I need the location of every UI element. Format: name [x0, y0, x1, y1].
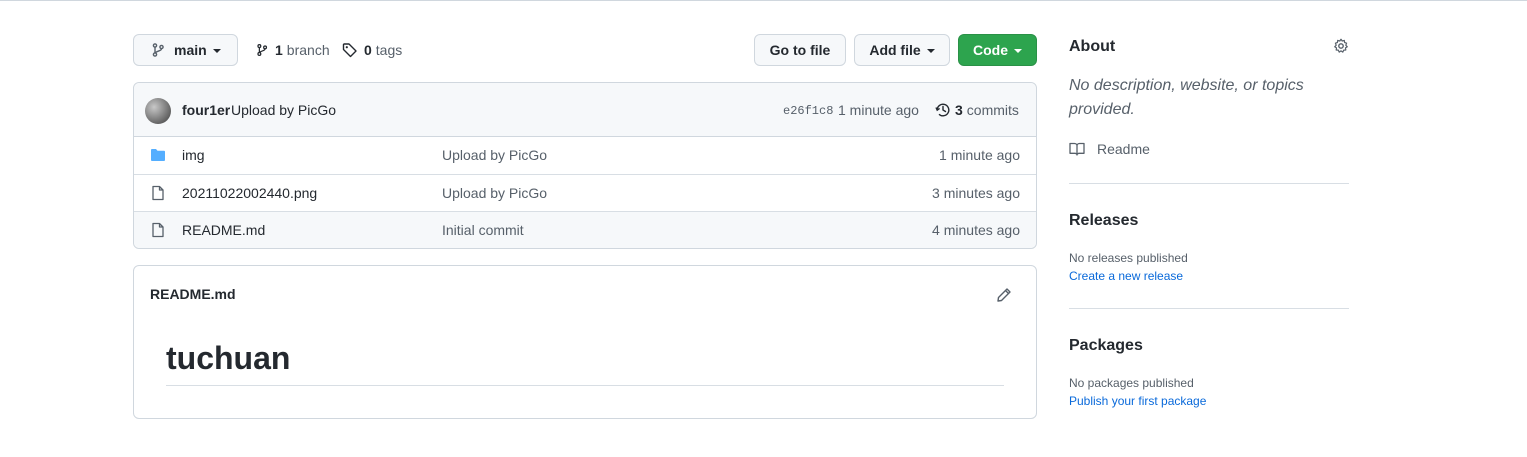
- packages-empty-text: No packages published: [1069, 376, 1194, 390]
- branches-link[interactable]: 1 branch: [255, 38, 330, 62]
- avatar[interactable]: [145, 98, 171, 124]
- branch-name: main: [174, 42, 207, 58]
- releases-title[interactable]: Releases: [1069, 212, 1138, 230]
- readme-link-label: Readme: [1097, 141, 1150, 157]
- releases-empty-text: No releases published: [1069, 251, 1188, 265]
- gear-icon[interactable]: [1333, 38, 1349, 54]
- branch-label: branch: [286, 42, 330, 58]
- readme-heading: tuchuan: [166, 340, 291, 376]
- branch-count: 1: [275, 42, 283, 58]
- packages-title[interactable]: Packages: [1069, 337, 1143, 355]
- chevron-down-icon: [1014, 49, 1022, 53]
- code-label: Code: [973, 42, 1008, 58]
- sidebar-divider: [1069, 308, 1349, 309]
- file-list: four1er Upload by PicGo e26f1c8 1 minute…: [133, 82, 1037, 249]
- file-row: img Upload by PicGo 1 minute ago: [134, 137, 1036, 174]
- history-icon: [935, 103, 950, 117]
- readme-filename: README.md: [150, 286, 236, 302]
- publish-package-link[interactable]: Publish your first package: [1069, 394, 1206, 408]
- git-branch-icon: [152, 43, 164, 57]
- create-release-link[interactable]: Create a new release: [1069, 269, 1183, 283]
- go-to-file-label: Go to file: [769, 42, 831, 58]
- sidebar-divider: [1069, 183, 1349, 184]
- tag-label: tags: [375, 42, 403, 58]
- book-icon: [1069, 142, 1085, 156]
- add-file-button[interactable]: Add file: [854, 34, 950, 66]
- file-age: 4 minutes ago: [932, 222, 1020, 238]
- tag-icon: [342, 43, 357, 58]
- latest-commit-bar: four1er Upload by PicGo e26f1c8 1 minute…: [134, 83, 1036, 137]
- file-name[interactable]: README.md: [182, 222, 265, 238]
- commits-count: 3: [955, 102, 963, 118]
- commit-sha[interactable]: e26f1c8: [783, 104, 833, 118]
- readme-heading-divider: [166, 385, 1004, 386]
- file-icon: [152, 185, 164, 201]
- file-commit-message[interactable]: Initial commit: [442, 222, 524, 238]
- commit-author[interactable]: four1er: [182, 102, 230, 118]
- code-button[interactable]: Code: [958, 34, 1037, 66]
- file-age: 3 minutes ago: [932, 185, 1020, 201]
- about-description: No description, website, or topics provi…: [1069, 77, 1304, 118]
- git-branch-icon: [257, 44, 268, 56]
- commit-message[interactable]: Upload by PicGo: [231, 102, 336, 118]
- file-icon: [152, 222, 164, 238]
- file-name[interactable]: 20211022002440.png: [182, 185, 317, 201]
- file-row: README.md Initial commit 4 minutes ago: [134, 211, 1036, 248]
- file-commit-message[interactable]: Upload by PicGo: [442, 185, 547, 201]
- header-divider: [0, 0, 1527, 1]
- pencil-icon[interactable]: [996, 287, 1012, 303]
- file-row: 20211022002440.png Upload by PicGo 3 min…: [134, 174, 1036, 211]
- file-name[interactable]: img: [182, 147, 205, 163]
- tag-count: 0: [364, 42, 372, 58]
- file-commit-message[interactable]: Upload by PicGo: [442, 147, 547, 163]
- commit-time: 1 minute ago: [838, 102, 919, 118]
- about-title: About: [1069, 38, 1116, 55]
- file-age: 1 minute ago: [939, 147, 1020, 163]
- readme-panel: README.md tuchuan: [133, 265, 1037, 419]
- branch-selector-button[interactable]: main: [133, 34, 238, 66]
- tags-link[interactable]: 0 tags: [342, 38, 402, 62]
- folder-icon: [151, 149, 165, 161]
- commits-link[interactable]: 3 commits: [935, 102, 1019, 118]
- chevron-down-icon: [212, 49, 221, 53]
- readme-link[interactable]: Readme: [1069, 141, 1150, 157]
- chevron-down-icon: [926, 49, 935, 53]
- go-to-file-button[interactable]: Go to file: [754, 34, 846, 66]
- commits-label: commits: [966, 102, 1019, 118]
- add-file-label: Add file: [869, 42, 921, 58]
